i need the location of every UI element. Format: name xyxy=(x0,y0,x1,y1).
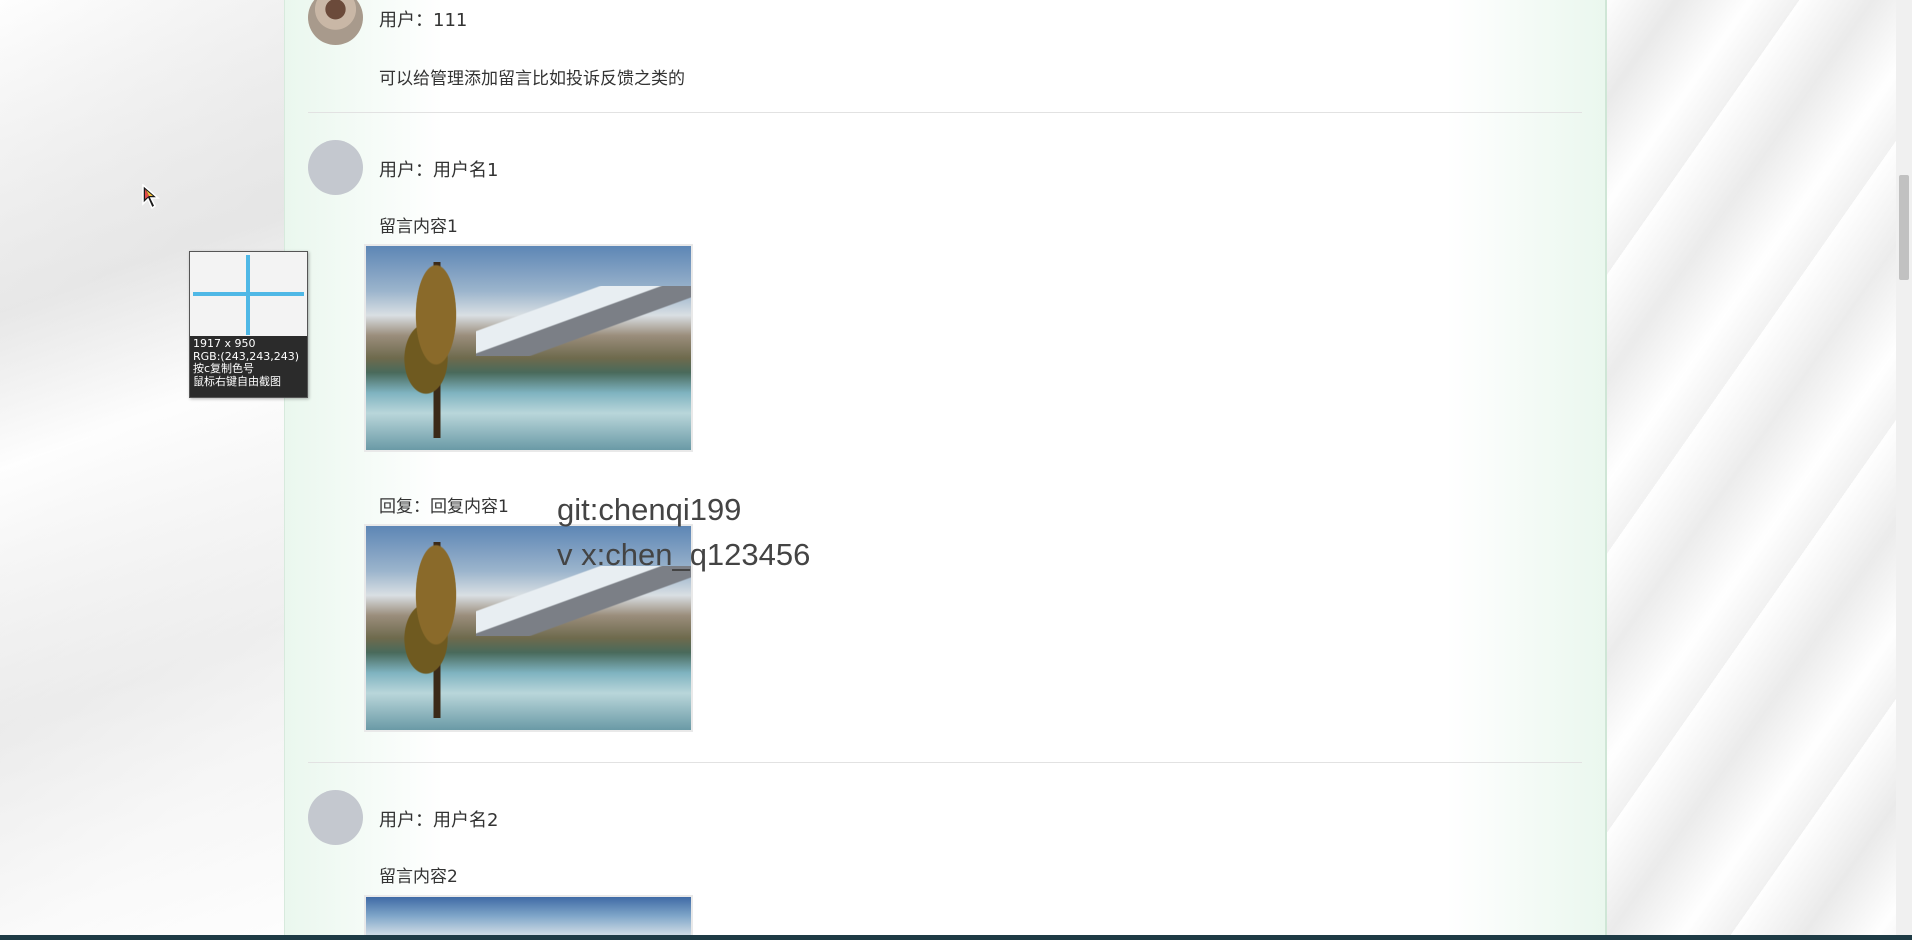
page-background-right xyxy=(1604,0,1896,940)
message-board-panel: 用户：111 可以给管理添加留言比如投诉反馈之类的 用户：用户名1 留言内容1 … xyxy=(284,0,1607,937)
avatar xyxy=(308,0,363,45)
message-content: 留言内容1 xyxy=(379,217,458,237)
message-image[interactable] xyxy=(364,895,693,937)
message-item: 用户：111 可以给管理添加留言比如投诉反馈之类的 xyxy=(308,0,1582,112)
image-mountain-shape xyxy=(476,566,691,636)
watermark-line-1: git:chenqi199 xyxy=(557,492,742,527)
avatar xyxy=(308,790,363,845)
color-picker-magnifier: 1917 x 950 RGB:(243,243,243) 按c复制色号 鼠标右键… xyxy=(189,251,308,398)
message-item: 用户：用户名2 留言内容2 xyxy=(308,790,1582,937)
mouse-cursor-icon xyxy=(142,184,160,210)
message-username: 用户：用户名1 xyxy=(379,160,499,181)
message-divider xyxy=(308,112,1582,113)
message-username: 用户：用户名2 xyxy=(379,810,499,831)
message-image[interactable] xyxy=(364,244,693,452)
image-tree-shape xyxy=(386,262,486,438)
message-content: 留言内容2 xyxy=(379,867,458,887)
picker-hint-capture: 鼠标右键自由截图 xyxy=(193,374,281,388)
message-divider xyxy=(308,762,1582,763)
message-content: 可以给管理添加留言比如投诉反馈之类的 xyxy=(379,69,685,89)
watermark-line-2: v x:chen_q123456 xyxy=(557,537,811,572)
vertical-scrollbar[interactable] xyxy=(1896,0,1912,935)
image-mountain-shape xyxy=(476,286,691,356)
avatar xyxy=(308,140,363,195)
image-tree-shape xyxy=(386,542,486,718)
taskbar-edge xyxy=(0,935,1912,940)
picker-size-text: 1917 x 950 xyxy=(193,337,256,350)
message-item: 用户：用户名1 留言内容1 回复：回复内容1 xyxy=(308,140,1582,760)
crosshair-horizontal xyxy=(193,292,304,296)
message-username: 用户：111 xyxy=(379,10,468,31)
page-background-left xyxy=(0,0,284,940)
color-picker-info: 1917 x 950 RGB:(243,243,243) 按c复制色号 鼠标右键… xyxy=(190,336,307,397)
reply-text: 回复：回复内容1 xyxy=(379,497,509,517)
picker-hint-copy: 按c复制色号 xyxy=(193,362,255,375)
scrollbar-thumb[interactable] xyxy=(1899,175,1909,280)
